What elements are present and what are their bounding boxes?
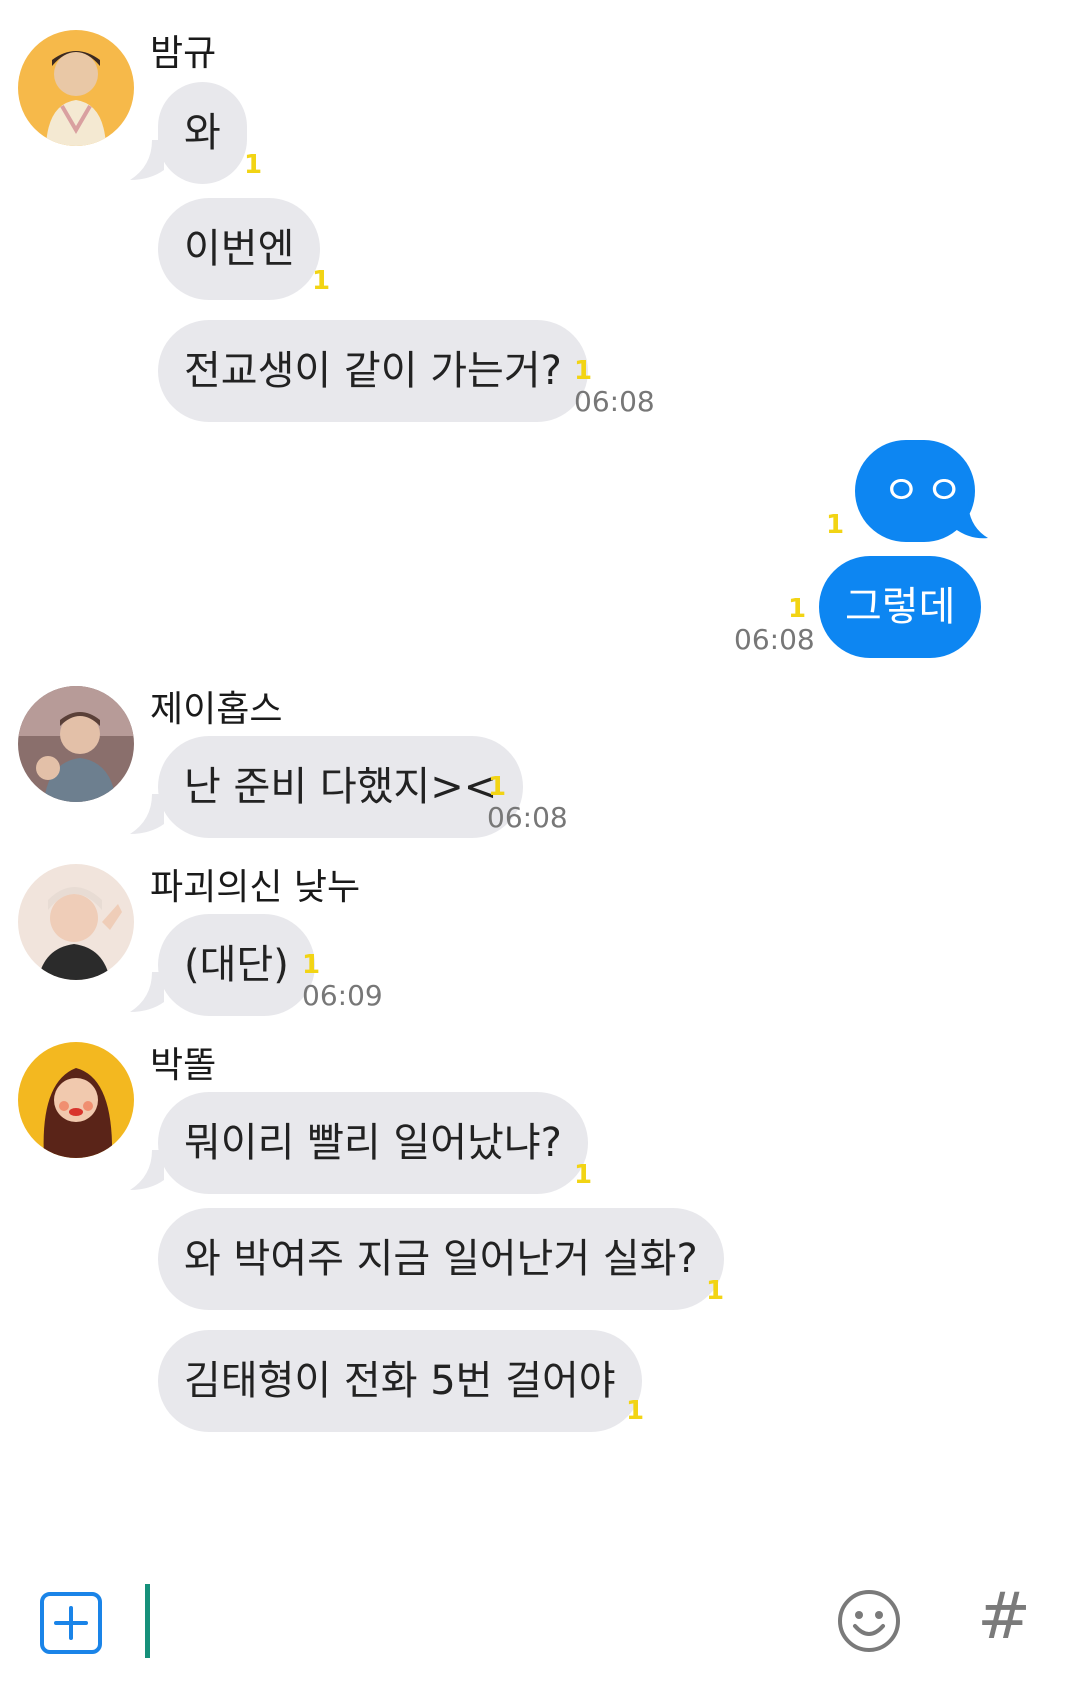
unread-count: 1 — [488, 772, 507, 802]
unread-count: 1 — [788, 594, 807, 624]
message-bubble[interactable]: 난 준비 다했지>< — [158, 736, 524, 838]
message-bubble[interactable]: (대단) — [158, 914, 315, 1016]
avatar-image — [18, 686, 134, 802]
avatar[interactable] — [18, 686, 134, 802]
plus-square-icon[interactable] — [40, 1592, 102, 1654]
unread-count: 1 — [706, 1276, 725, 1306]
message-bubble[interactable]: 전교생이 같이 가는거? — [158, 320, 588, 422]
timestamp: 06:08 — [574, 385, 655, 418]
message-input-bar: # — [0, 1570, 1080, 1689]
unread-count: 1 — [244, 150, 263, 180]
avatar-image — [18, 30, 134, 146]
timestamp: 06:09 — [302, 979, 383, 1012]
unread-count: 1 — [826, 510, 845, 540]
timestamp: 06:08 — [734, 623, 815, 656]
avatar[interactable] — [18, 30, 134, 146]
sender-name: 파괴의신 낮누 — [150, 867, 361, 908]
avatar-image — [18, 864, 134, 980]
unread-count: 1 — [574, 356, 593, 386]
sender-name: 박똘 — [150, 1045, 217, 1086]
my-message-bubble[interactable]: 그렇데 — [819, 556, 982, 658]
avatar-image — [18, 1042, 134, 1158]
sender-name: 제이홉스 — [150, 689, 283, 730]
sender-name: 밤규 — [150, 33, 217, 74]
message-bubble[interactable]: 뭐이리 빨리 일어났냐? — [158, 1092, 588, 1194]
avatar[interactable] — [18, 1042, 134, 1158]
chat-log: 밤규 와 1 이번엔 1 전교생이 같이 가는거? 1 06:08 ㅇㅇ 1 그… — [0, 0, 1080, 1560]
message-bubble[interactable]: 김태형이 전화 5번 걸어야 — [158, 1330, 642, 1432]
avatar[interactable] — [18, 864, 134, 980]
message-bubble[interactable]: 와 — [158, 82, 247, 184]
unread-count: 1 — [302, 950, 321, 980]
message-bubble[interactable]: 와 박여주 지금 일어난거 실화? — [158, 1208, 724, 1310]
unread-count: 1 — [626, 1396, 645, 1426]
timestamp: 06:08 — [487, 801, 568, 834]
bubble-tail — [954, 500, 988, 539]
unread-count: 1 — [312, 266, 331, 296]
message-bubble[interactable]: 이번엔 — [158, 198, 321, 300]
unread-count: 1 — [574, 1160, 593, 1190]
hashtag-icon[interactable]: # — [976, 1582, 1032, 1652]
smiley-icon[interactable] — [836, 1588, 902, 1654]
text-cursor[interactable] — [145, 1584, 150, 1658]
